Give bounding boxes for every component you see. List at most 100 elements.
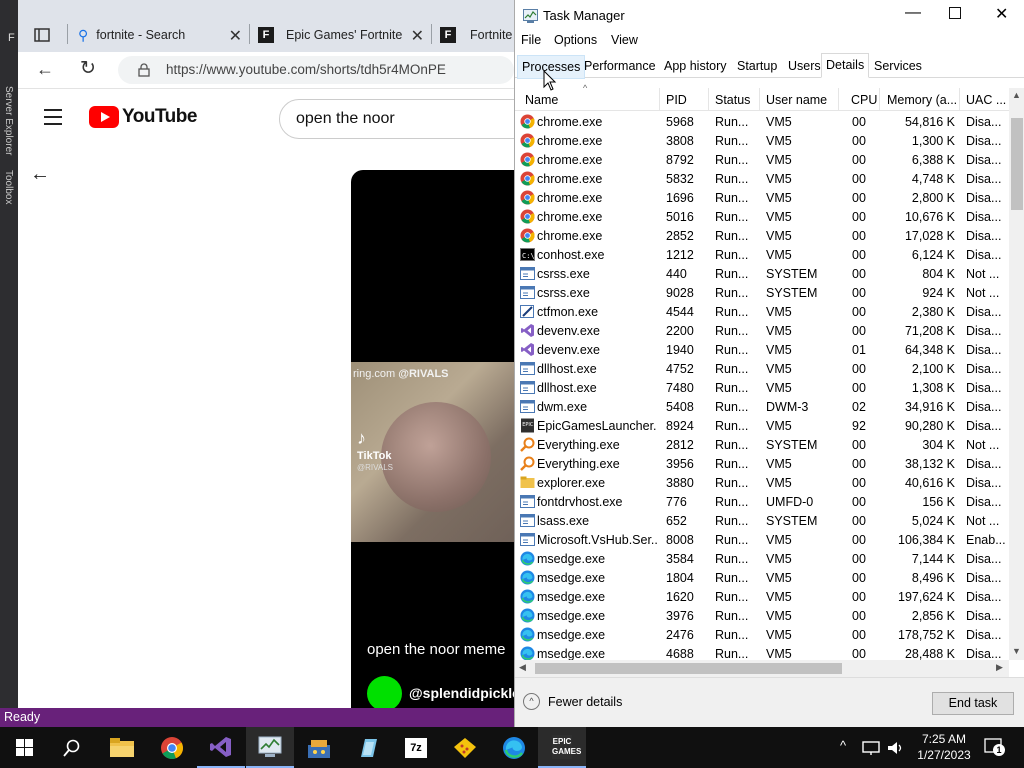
tab-actions-button[interactable]	[18, 18, 66, 52]
column-header-status[interactable]: Status	[715, 93, 750, 107]
table-row[interactable]: Everything.exe 3956 Run... VM5 00 38,132 K Dis…	[515, 455, 1009, 474]
table-row[interactable]: msedge.exe 1804 Run... VM5 00 8,496 K Disa...	[515, 569, 1009, 588]
close-tab-icon[interactable]: ✕	[411, 26, 424, 46]
table-row[interactable]: csrss.exe 9028 Run... SYSTEM 00 924 K Not ...	[515, 284, 1009, 303]
search-icon[interactable]	[48, 727, 96, 768]
back-arrow-icon[interactable]: ←	[36, 59, 54, 80]
table-row[interactable]: fontdrvhost.exe 776 Run... UMFD-0 00 156 K Dis…	[515, 493, 1009, 512]
epic-games-icon[interactable]: EPIC GAMES	[538, 727, 586, 768]
cell-uac: Disa...	[966, 191, 1002, 205]
youtube-search-input[interactable]: open the noor	[279, 99, 514, 139]
menu-view[interactable]: View	[611, 33, 638, 47]
table-row[interactable]: chrome.exe 1696 Run... VM5 00 2,800 K Disa...	[515, 189, 1009, 208]
table-row[interactable]: csrss.exe 440 Run... SYSTEM 00 804 K Not ...	[515, 265, 1009, 284]
vertical-scroll-thumb[interactable]	[1011, 118, 1023, 210]
windows-start-icon[interactable]	[0, 727, 48, 768]
tab-app-history[interactable]: App history	[660, 55, 731, 77]
vs-menu-partial[interactable]: F	[8, 32, 15, 44]
column-header-name[interactable]: Name	[525, 93, 558, 107]
server-explorer-tab[interactable]: Server Explorer	[3, 86, 14, 155]
table-row[interactable]: devenv.exe 2200 Run... VM5 00 71,208 K Disa...	[515, 322, 1009, 341]
minimize-button[interactable]: —	[905, 4, 921, 22]
browser-tab-epic[interactable]: F Epic Games' Fortnite ✕	[252, 18, 430, 52]
table-row[interactable]: ctfmon.exe 4544 Run... VM5 00 2,380 K Disa...	[515, 303, 1009, 322]
cell-user: VM5	[766, 647, 792, 660]
table-row[interactable]: dllhost.exe 7480 Run... VM5 00 1,308 K Disa...	[515, 379, 1009, 398]
short-caption[interactable]: open the noor meme	[367, 641, 505, 658]
table-row[interactable]: chrome.exe 5968 Run... VM5 00 54,816 K Disa...	[515, 113, 1009, 132]
chrome-icon[interactable]	[148, 727, 196, 768]
menu-file[interactable]: File	[521, 33, 541, 47]
notepad-icon[interactable]	[344, 727, 392, 768]
table-row[interactable]: chrome.exe 5832 Run... VM5 00 4,748 K Disa...	[515, 170, 1009, 189]
avatar[interactable]	[367, 676, 402, 708]
file-explorer-icon[interactable]	[98, 727, 146, 768]
tab-startup[interactable]: Startup	[733, 55, 781, 77]
close-tab-icon[interactable]: ✕	[229, 26, 242, 46]
fewer-details-link[interactable]: Fewer details	[548, 695, 622, 709]
table-row[interactable]: msedge.exe 1620 Run... VM5 00 197,624 K Disa..…	[515, 588, 1009, 607]
horizontal-scroll-thumb[interactable]	[535, 663, 842, 674]
table-row[interactable]: dwm.exe 5408 Run... DWM-3 02 34,916 K Disa...	[515, 398, 1009, 417]
scroll-up-icon[interactable]: ▲	[1012, 90, 1021, 100]
table-row[interactable]: msedge.exe 3976 Run... VM5 00 2,856 K Disa...	[515, 607, 1009, 626]
short-channel-handle[interactable]: @splendidpickle	[409, 685, 514, 701]
7zip-icon[interactable]: 7z	[392, 727, 440, 768]
reload-icon[interactable]: ↻	[80, 57, 96, 80]
scroll-down-icon[interactable]: ▼	[1012, 646, 1021, 656]
scroll-left-icon[interactable]: ◀	[519, 662, 526, 673]
table-row[interactable]: msedge.exe 3584 Run... VM5 00 7,144 K Disa...	[515, 550, 1009, 569]
table-row[interactable]: chrome.exe 2852 Run... VM5 00 17,028 K Disa...	[515, 227, 1009, 246]
scroll-right-icon[interactable]: ▶	[996, 662, 1003, 673]
table-row[interactable]: msedge.exe 2476 Run... VM5 00 178,752 K Disa..…	[515, 626, 1009, 645]
show-hidden-icons-icon[interactable]: ^	[840, 738, 846, 753]
hamburger-menu-icon[interactable]	[44, 109, 62, 125]
table-row[interactable]: chrome.exe 8792 Run... VM5 00 6,388 K Disa...	[515, 151, 1009, 170]
visual-studio-icon[interactable]	[197, 727, 245, 768]
column-header-pid[interactable]: PID	[666, 93, 687, 107]
table-row[interactable]: chrome.exe 5016 Run... VM5 00 10,676 K Disa...	[515, 208, 1009, 227]
notification-center-icon[interactable]: 1	[984, 737, 1005, 757]
toolbox-tab[interactable]: Toolbox	[3, 170, 14, 204]
horizontal-scrollbar[interactable]: ◀ ▶	[515, 660, 1009, 677]
table-row[interactable]: EPIC EpicGamesLauncher.... 8924 Run... VM5 92…	[515, 417, 1009, 436]
table-row[interactable]: devenv.exe 1940 Run... VM5 01 64,348 K Disa...	[515, 341, 1009, 360]
tab-performance[interactable]: Performance	[580, 55, 660, 77]
column-header-user-name[interactable]: User name	[766, 93, 827, 107]
network-icon[interactable]	[862, 740, 880, 756]
end-task-button[interactable]: End task	[932, 692, 1014, 715]
tab-details[interactable]: Details	[821, 53, 870, 78]
table-row[interactable]: C:\ conhost.exe 1212 Run... VM5 00 6,124 K Disa…	[515, 246, 1009, 265]
edge-icon[interactable]	[490, 727, 538, 768]
close-button[interactable]: ✕	[995, 4, 1008, 24]
youtube-logo[interactable]: YouTube	[89, 106, 197, 128]
column-header-cpu[interactable]: CPU	[851, 93, 877, 107]
tab-users[interactable]: Users	[784, 55, 825, 77]
youtube-short-player[interactable]: ring.com @RIVALS ♪ TikTok @RIVALS open t…	[351, 170, 514, 708]
chevron-up-icon[interactable]: ^	[523, 693, 540, 710]
volume-icon[interactable]	[886, 739, 904, 757]
table-row[interactable]: Everything.exe 2812 Run... SYSTEM 00 304 K Not…	[515, 436, 1009, 455]
table-row[interactable]: dllhost.exe 4752 Run... VM5 00 2,100 K Disa...	[515, 360, 1009, 379]
system-clock[interactable]: 7:25 AM 1/27/2023	[912, 731, 976, 763]
table-row[interactable]: Microsoft.VsHub.Ser... 8008 Run... VM5 00 106…	[515, 531, 1009, 550]
url-field[interactable]: https://www.youtube.com/shorts/tdh5r4MOn…	[118, 56, 514, 84]
column-header-uac[interactable]: UAC ...	[966, 93, 1006, 107]
browser-tab-search[interactable]: ⚲ fortnite - Search ✕	[70, 18, 248, 52]
table-row[interactable]: msedge.exe 4688 Run... VM5 00 28,488 K Disa...	[515, 645, 1009, 660]
youtube-search-value: open the noor	[296, 110, 395, 127]
browser-tab-fortnite[interactable]: F Fortnite	[434, 18, 514, 52]
app-icon[interactable]	[295, 727, 343, 768]
tab-services[interactable]: Services	[870, 55, 926, 77]
task-manager-icon[interactable]	[246, 727, 294, 768]
table-row[interactable]: explorer.exe 3880 Run... VM5 00 40,616 K Disa.…	[515, 474, 1009, 493]
fortnite-icon[interactable]	[441, 727, 489, 768]
maximize-button[interactable]	[949, 7, 961, 19]
table-row[interactable]: chrome.exe 3808 Run... VM5 00 1,300 K Disa...	[515, 132, 1009, 151]
table-row[interactable]: lsass.exe 652 Run... SYSTEM 00 5,024 K Not ...	[515, 512, 1009, 531]
title-bar[interactable]: Task Manager — ✕	[515, 0, 1024, 32]
menu-options[interactable]: Options	[554, 33, 597, 47]
back-arrow-icon[interactable]: ←	[30, 163, 50, 186]
vertical-scrollbar[interactable]: ▲ ▼	[1009, 88, 1024, 660]
column-header-memory[interactable]: Memory (a...	[887, 93, 959, 107]
